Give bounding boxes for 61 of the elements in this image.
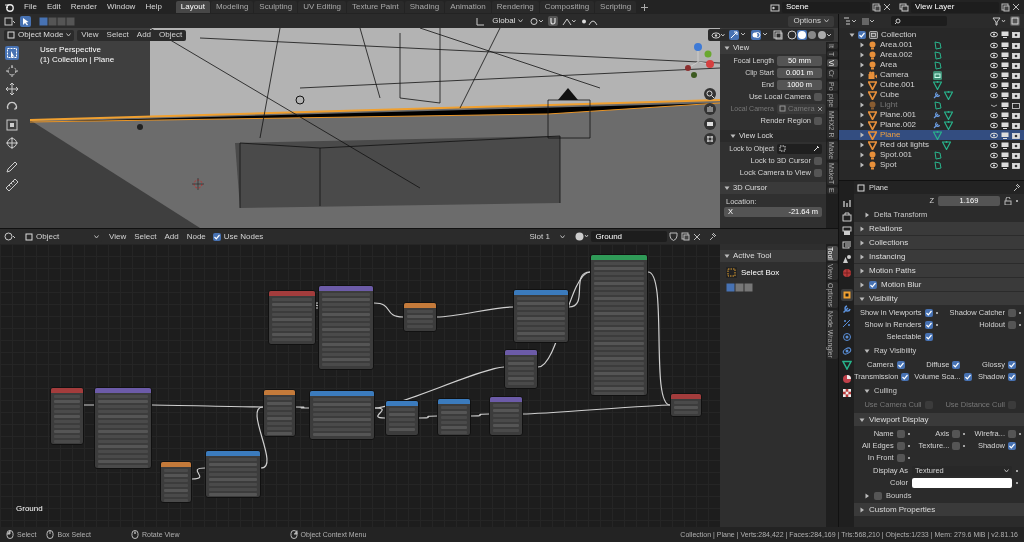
workspace-tab[interactable]: Compositing <box>539 1 595 13</box>
outliner-item-name: Cube <box>880 91 901 99</box>
workspace-tab[interactable]: Texture Paint <box>347 1 404 13</box>
panel-title[interactable]: Motion Paths <box>869 266 916 275</box>
material-name-field[interactable]: Ground <box>591 231 668 242</box>
outliner-row[interactable]: Plane <box>839 130 1024 140</box>
workspace-tab[interactable]: Modeling <box>210 1 254 13</box>
menu-item[interactable]: Window <box>102 3 140 11</box>
viewport-info-text: User Perspective <box>40 46 102 54</box>
menu-item[interactable]: Edit <box>42 3 65 11</box>
options-dropdown[interactable]: Options <box>788 15 834 27</box>
outliner-item-name: Plane.002 <box>880 121 918 129</box>
panel-title[interactable]: Instancing <box>869 252 906 261</box>
menu-item[interactable]: Help <box>141 3 166 11</box>
outliner-item-name: Area.002 <box>880 51 914 59</box>
shader-type-dropdown[interactable]: Object <box>22 231 102 242</box>
outliner-item[interactable]: Collection <box>881 30 917 39</box>
scene-field[interactable]: Scene <box>782 1 870 13</box>
menu-item[interactable]: Select <box>133 232 158 241</box>
outliner-item-name: Cube.001 <box>880 81 916 89</box>
menu-item[interactable]: View <box>108 232 128 241</box>
workspace-tab[interactable]: UV Editing <box>298 1 347 13</box>
outliner-row[interactable]: Spot <box>839 160 1024 170</box>
workspace-tab[interactable]: Sculpting <box>254 1 298 13</box>
material-label: Ground <box>16 505 43 513</box>
menu-item[interactable]: File <box>20 3 41 11</box>
workspace-tab[interactable]: Scripting <box>595 1 637 13</box>
outliner-item-name: Light <box>880 101 899 109</box>
checkbox-label: Use Nodes <box>223 232 264 241</box>
outliner-item-name: Plane.001 <box>880 111 918 119</box>
outliner-row[interactable]: Plane.002 <box>839 120 1024 130</box>
menu-item[interactable]: Select <box>102 31 133 39</box>
viewport-info-text: (1) Collection | Plane <box>40 56 115 64</box>
panel-title[interactable]: Motion Blur <box>881 280 922 289</box>
workspace-tab[interactable]: Animation <box>445 1 491 13</box>
menu-item[interactable]: Add <box>163 232 180 241</box>
outliner-item-name: Area <box>880 61 898 69</box>
menu-item[interactable]: Render <box>66 3 101 11</box>
outliner-row[interactable]: Area.001 <box>839 40 1024 50</box>
view-layer-field[interactable]: View Layer <box>911 1 999 13</box>
outliner-item-name: Camera <box>880 71 910 79</box>
workspace-tab[interactable]: Layout <box>175 1 210 13</box>
outliner-row[interactable]: Red dot lights <box>839 140 1024 150</box>
outliner-row[interactable]: Cube.001 <box>839 80 1024 90</box>
menu-item[interactable]: View <box>77 31 103 39</box>
mode-dropdown[interactable]: Object Mode <box>4 29 75 41</box>
panel-title[interactable]: Relations <box>869 224 903 233</box>
menu-item[interactable]: Object <box>155 31 187 39</box>
menu-item[interactable]: Add <box>132 31 156 39</box>
panel-title[interactable]: Visibility <box>869 294 898 303</box>
menu-item[interactable]: Node <box>185 232 207 241</box>
workspace-tab[interactable]: Shading <box>404 1 445 13</box>
panel-title[interactable]: Collections <box>869 238 909 247</box>
outliner-item-name: Spot.001 <box>880 151 914 159</box>
workspace-tab[interactable]: Rendering <box>491 1 539 13</box>
outliner-item-name: Area.001 <box>880 41 914 49</box>
outliner-item-name: Red dot lights <box>880 141 929 149</box>
outliner-item-name: Plane <box>880 131 902 139</box>
outliner-row[interactable]: Area <box>839 60 1024 70</box>
outliner-item-name: Spot <box>880 161 898 169</box>
tool-name: Select Box <box>741 268 780 277</box>
